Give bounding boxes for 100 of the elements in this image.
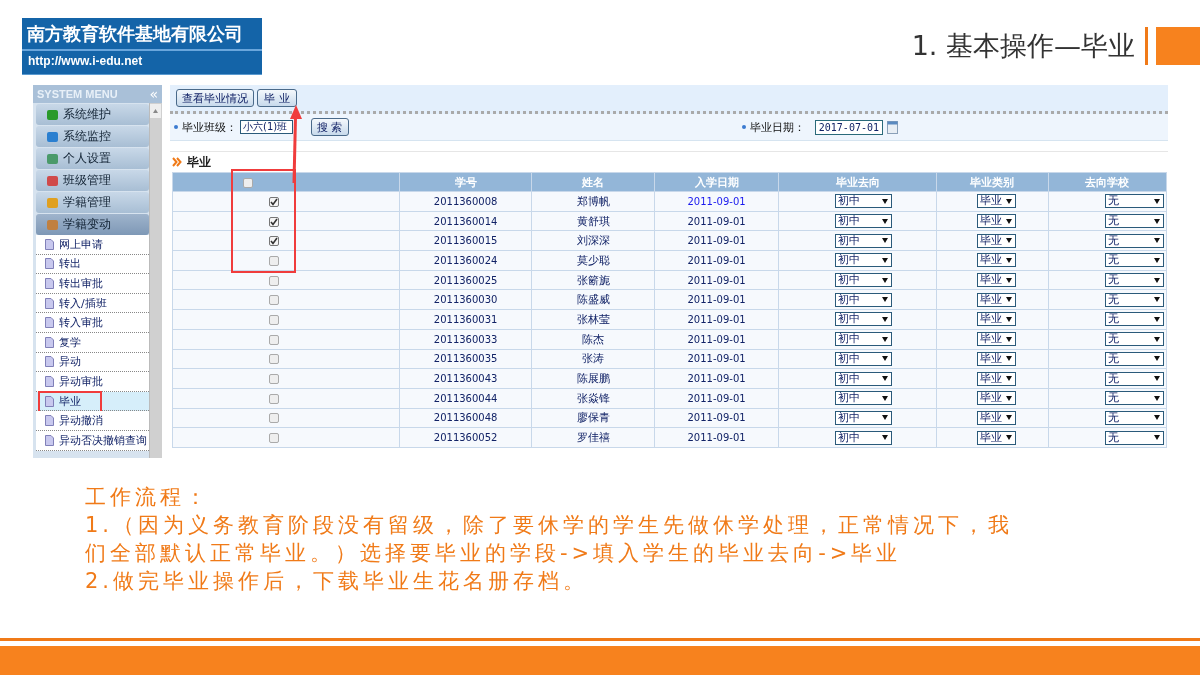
school-select[interactable]: 无	[1104, 430, 1164, 445]
destination-select[interactable]: 初中	[834, 332, 892, 347]
menu-group[interactable]: 个人设置	[36, 148, 149, 169]
dropdown-icon	[1006, 297, 1013, 303]
school-select[interactable]: 无	[1104, 410, 1164, 425]
school-select[interactable]: 无	[1104, 273, 1164, 288]
category-select[interactable]: 毕业	[977, 410, 1017, 425]
row-checkbox[interactable]	[269, 334, 279, 345]
category-select[interactable]: 毕业	[977, 351, 1017, 366]
table-cell: 2011360048	[433, 412, 498, 424]
menu-item[interactable]: 异动	[36, 352, 149, 373]
table-cell: 2011-09-01	[687, 392, 746, 404]
menu-group[interactable]: 系统监控	[36, 126, 149, 147]
column-header: 毕业去向	[778, 172, 937, 192]
destination-select[interactable]: 初中	[834, 371, 892, 386]
menu-group[interactable]: 系统维护	[36, 104, 149, 125]
menu-item[interactable]: 转出审批	[36, 274, 149, 294]
menu-group[interactable]: 学籍管理	[36, 192, 149, 213]
dropdown-icon	[1153, 316, 1160, 322]
dropdown-icon	[881, 316, 888, 322]
row-checkbox[interactable]	[269, 393, 279, 404]
dropdown-icon	[881, 257, 888, 263]
category-select[interactable]: 毕业	[977, 391, 1017, 406]
table-cell: 2011360015	[433, 235, 498, 247]
menu-item[interactable]: 异动撤消	[36, 411, 149, 431]
menu-item[interactable]: 毕业	[36, 391, 149, 412]
menu-item[interactable]: 转入审批	[36, 313, 149, 333]
dropdown-icon	[1153, 198, 1160, 204]
destination-select[interactable]: 初中	[834, 312, 892, 327]
toolbar-button[interactable]: 毕 业	[257, 89, 297, 107]
category-select[interactable]: 毕业	[977, 332, 1017, 347]
dropdown-icon	[1006, 415, 1013, 421]
date-field[interactable]: 2017-07-01	[814, 119, 883, 135]
row-checkbox[interactable]	[269, 314, 279, 325]
category-select[interactable]: 毕业	[977, 233, 1017, 248]
table-cell: 2011360031	[433, 313, 498, 325]
search-button[interactable]: 搜 索	[311, 118, 349, 136]
table-cell: 2011-09-01	[687, 333, 746, 345]
destination-select[interactable]: 初中	[834, 214, 892, 229]
scrollbar[interactable]	[149, 103, 162, 458]
school-select[interactable]: 无	[1104, 253, 1164, 268]
row-checkbox[interactable]	[269, 413, 279, 424]
row-checkbox[interactable]	[269, 295, 279, 306]
class-select[interactable]: 小六(1)班	[240, 120, 293, 134]
row-checkbox[interactable]	[269, 433, 279, 444]
school-select[interactable]: 无	[1104, 371, 1164, 386]
menu-item[interactable]: 复学	[36, 332, 149, 353]
column-header: 姓名	[531, 172, 655, 192]
row-checkbox[interactable]	[269, 275, 279, 286]
scroll-up-icon[interactable]	[150, 104, 161, 118]
menu-item[interactable]: 转入/插班	[36, 293, 149, 314]
table-cell: 2011-09-01	[687, 294, 746, 306]
category-select[interactable]: 毕业	[977, 430, 1017, 445]
school-select[interactable]: 无	[1104, 194, 1164, 209]
menu-item[interactable]: 异动审批	[36, 372, 149, 392]
calendar-icon[interactable]	[887, 120, 898, 134]
category-select[interactable]: 毕业	[977, 312, 1017, 327]
destination-select[interactable]: 初中	[834, 351, 892, 366]
menu-group[interactable]: 班级管理	[36, 170, 149, 191]
school-select[interactable]: 无	[1104, 214, 1164, 229]
menu-item[interactable]: 网上申请	[36, 235, 149, 255]
row-checkbox[interactable]	[269, 374, 279, 385]
destination-select[interactable]: 初中	[834, 194, 892, 209]
dropdown-icon	[1006, 218, 1013, 224]
school-select[interactable]: 无	[1104, 312, 1164, 327]
table-cell: 张涛	[582, 352, 605, 366]
menu-group[interactable]: 学籍变动	[36, 214, 149, 235]
row-checkbox[interactable]	[269, 236, 279, 247]
destination-select[interactable]: 初中	[834, 273, 892, 288]
school-select[interactable]: 无	[1104, 292, 1164, 307]
destination-select[interactable]: 初中	[834, 233, 892, 248]
destination-select[interactable]: 初中	[834, 292, 892, 307]
toolbar-button[interactable]: 查看毕业情况	[176, 89, 254, 107]
school-select[interactable]: 无	[1104, 391, 1164, 406]
school-select[interactable]: 无	[1104, 233, 1164, 248]
destination-select[interactable]: 初中	[834, 391, 892, 406]
table-cell: 罗佳禧	[576, 431, 610, 445]
menu-item[interactable]: 异动否决撤销查询	[36, 430, 149, 451]
menu-item[interactable]: 转出	[36, 254, 149, 275]
category-select[interactable]: 毕业	[977, 194, 1017, 209]
table-cell: 2011-09-01	[687, 373, 746, 385]
table-cell: 刘深深	[576, 234, 610, 248]
select-all-checkbox[interactable]	[243, 177, 253, 188]
page-icon	[45, 356, 54, 368]
category-select[interactable]: 毕业	[977, 273, 1017, 288]
category-select[interactable]: 毕业	[977, 292, 1017, 307]
row-checkbox[interactable]	[269, 255, 279, 266]
school-select[interactable]: 无	[1104, 332, 1164, 347]
row-checkbox[interactable]	[269, 354, 279, 365]
category-select[interactable]: 毕业	[977, 253, 1017, 268]
row-checkbox[interactable]	[269, 196, 279, 207]
row-checkbox[interactable]	[269, 216, 279, 227]
school-select[interactable]: 无	[1104, 351, 1164, 366]
category-select[interactable]: 毕业	[977, 214, 1017, 229]
destination-select[interactable]: 初中	[834, 253, 892, 268]
destination-select[interactable]: 初中	[834, 410, 892, 425]
category-select[interactable]: 毕业	[977, 371, 1017, 386]
dropdown-icon	[881, 297, 888, 303]
destination-select[interactable]: 初中	[834, 430, 892, 445]
table-cell: 2011360035	[433, 353, 498, 365]
